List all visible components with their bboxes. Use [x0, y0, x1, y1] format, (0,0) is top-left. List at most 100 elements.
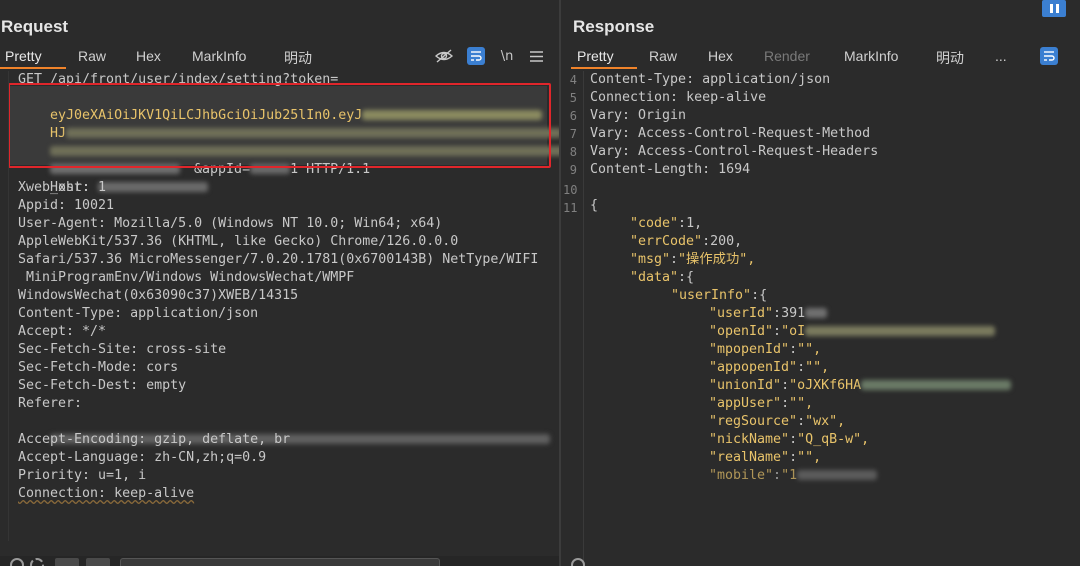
- header-line[interactable]: Appid: 10021: [18, 197, 114, 215]
- redacted-block: [805, 308, 828, 318]
- eye-off-icon[interactable]: [434, 47, 454, 65]
- newline-toggle[interactable]: \n: [498, 47, 516, 65]
- json-value: 200,: [710, 234, 743, 249]
- json-realname[interactable]: "realName":"",: [709, 449, 821, 467]
- tab-markinfo[interactable]: MarkInfo: [192, 48, 246, 64]
- header-line[interactable]: AppleWebKit/537.36 (KHTML, like Gecko) C…: [18, 233, 458, 251]
- json-key: "userInfo": [671, 288, 752, 303]
- json-value: 1,: [686, 216, 703, 231]
- json-value: "Q_qB-w",: [797, 432, 870, 447]
- header-line[interactable]: Xweb_xhr: 1: [18, 179, 106, 197]
- request-bottom-bar: [0, 556, 559, 566]
- prev-button[interactable]: [55, 558, 79, 566]
- json-key: "userId": [709, 306, 774, 321]
- json-key: "mobile": [709, 468, 774, 483]
- response-header-line[interactable]: Vary: Access-Control-Request-Method: [590, 125, 870, 143]
- json-key: "realName": [709, 450, 790, 465]
- response-header-line[interactable]: Content-Length: 1694: [590, 161, 750, 179]
- hamburger-icon[interactable]: [528, 47, 544, 65]
- search-input[interactable]: [120, 558, 440, 566]
- header-line[interactable]: Priority: u=1, i: [18, 467, 146, 485]
- line-number: 9: [569, 163, 577, 177]
- json-appuser[interactable]: "appUser":"",: [709, 395, 813, 413]
- request-title: Request: [1, 17, 69, 36]
- header-line[interactable]: Accept-Language: zh-CN,zh;q=0.9: [18, 449, 266, 467]
- line-number: 4: [569, 73, 577, 87]
- line-number: 10: [563, 183, 578, 197]
- header-line[interactable]: Connection: keep-alive: [18, 485, 194, 503]
- response-header-line[interactable]: Connection: keep-alive: [590, 89, 766, 107]
- tab-hex[interactable]: Hex: [136, 48, 161, 64]
- json-mobile[interactable]: "mobile":"1: [709, 467, 878, 485]
- json-regsource[interactable]: "regSource":"wx",: [709, 413, 845, 431]
- tab-pretty[interactable]: Pretty: [5, 48, 42, 64]
- header-line[interactable]: User-Agent: Mozilla/5.0 (Windows NT 10.0…: [18, 215, 442, 233]
- next-button[interactable]: [86, 558, 110, 566]
- json-key: "errCode": [630, 234, 703, 249]
- json-value: "",: [789, 396, 814, 411]
- wrap-icon[interactable]: [1040, 47, 1058, 65]
- json-key: "mpopenId": [709, 342, 790, 357]
- tab-render[interactable]: Render: [764, 48, 810, 64]
- header-line[interactable]: Content-Type: application/json: [18, 305, 258, 323]
- json-unionid[interactable]: "unionId":"oJXKf6HA: [709, 377, 1012, 395]
- response-header-line[interactable]: Content-Type: application/json: [590, 71, 830, 89]
- json-key: "code": [630, 216, 679, 231]
- help-icon[interactable]: [571, 558, 585, 566]
- redacted-block: [861, 380, 1012, 390]
- header-line[interactable]: Accept-Encoding: gzip, deflate, br: [18, 431, 290, 449]
- header-host[interactable]: Host:: [18, 161, 209, 195]
- tab-hex[interactable]: Hex: [708, 48, 733, 64]
- json-brace: :{: [678, 270, 695, 285]
- token-highlight-box: [8, 83, 551, 168]
- tab-raw[interactable]: Raw: [649, 48, 677, 64]
- redacted-block: [797, 470, 878, 480]
- tab-markinfo[interactable]: MarkInfo: [844, 48, 898, 64]
- response-header-line[interactable]: Vary: Origin: [590, 107, 686, 125]
- tab-mingdong[interactable]: 明动: [284, 48, 312, 68]
- header-line[interactable]: Accept: */*: [18, 323, 106, 341]
- json-key: "regSource": [709, 414, 798, 429]
- pause-button[interactable]: [1042, 0, 1066, 17]
- header-line[interactable]: WindowsWechat(0x63090c37)XWEB/14315: [18, 287, 298, 305]
- line-number: 7: [569, 127, 577, 141]
- header-line[interactable]: Safari/537.36 MicroMessenger/7.0.20.1781…: [18, 251, 538, 269]
- json-open-brace[interactable]: {: [590, 197, 598, 215]
- header-referer[interactable]: Referer:: [18, 395, 90, 413]
- json-errcode[interactable]: "errCode":200,: [630, 233, 742, 251]
- response-panel: Response Pretty Raw Hex Render MarkInfo …: [561, 0, 1080, 566]
- json-openid[interactable]: "openId":"oI: [709, 323, 996, 341]
- tab-mingdong[interactable]: 明动: [936, 48, 964, 68]
- json-data[interactable]: "data":{: [630, 269, 694, 287]
- line-number: 5: [569, 91, 577, 105]
- json-key: "unionId": [709, 378, 782, 393]
- json-value: "操作成功",: [678, 252, 756, 267]
- active-tab-underline: [0, 67, 66, 69]
- wrap-icon[interactable]: [467, 47, 485, 65]
- header-line[interactable]: MiniProgramEnv/Windows WindowsWechat/WMP…: [18, 269, 354, 287]
- settings-icon[interactable]: [30, 558, 44, 566]
- json-brace: :{: [751, 288, 768, 303]
- json-code[interactable]: "code":1,: [630, 215, 702, 233]
- header-line[interactable]: Sec-Fetch-Mode: cors: [18, 359, 178, 377]
- json-mpopenid[interactable]: "mpopenId":"",: [709, 341, 821, 359]
- json-nickname[interactable]: "nickName":"Q_qB-w",: [709, 431, 869, 449]
- json-key: "nickName": [709, 432, 790, 447]
- json-appopenid[interactable]: "appopenId":"",: [709, 359, 829, 377]
- json-value: "oI: [781, 324, 806, 339]
- line-number: 6: [569, 109, 577, 123]
- active-tab-underline: [571, 67, 637, 69]
- help-icon[interactable]: [10, 558, 24, 566]
- json-value: 391: [781, 306, 806, 321]
- json-userinfo[interactable]: "userInfo":{: [671, 287, 767, 305]
- referer-value[interactable]: [18, 413, 551, 444]
- tab-pretty[interactable]: Pretty: [577, 48, 614, 64]
- json-msg[interactable]: "msg":"操作成功",: [630, 251, 755, 269]
- tab-more[interactable]: ...: [995, 48, 1007, 64]
- tab-raw[interactable]: Raw: [78, 48, 106, 64]
- header-line[interactable]: Sec-Fetch-Site: cross-site: [18, 341, 226, 359]
- response-header-line[interactable]: Vary: Access-Control-Request-Headers: [590, 143, 878, 161]
- json-key: "appopenId": [709, 360, 798, 375]
- json-userid[interactable]: "userId":391: [709, 305, 828, 323]
- header-line[interactable]: Sec-Fetch-Dest: empty: [18, 377, 186, 395]
